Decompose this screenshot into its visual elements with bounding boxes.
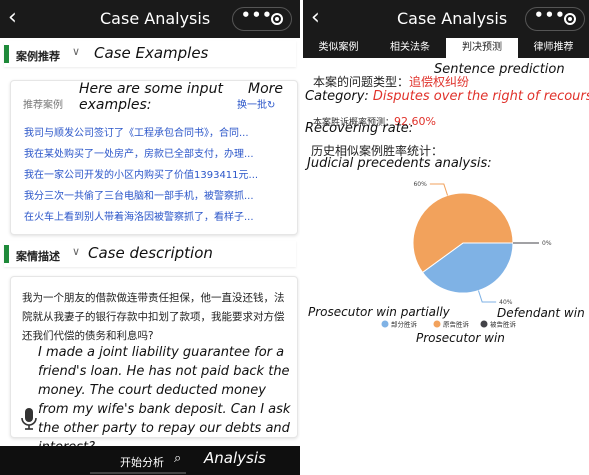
target-icon[interactable]	[271, 13, 283, 25]
examples-card: 推荐案例 Here are some input examples: More …	[10, 80, 298, 235]
pie-value-label-2: 0%	[542, 240, 552, 247]
example-item[interactable]: 我司与顺发公司签订了《工程承包合同书》，合同...	[24, 124, 292, 139]
stats-title-en: Judicial precedents analysis:	[307, 156, 492, 171]
examples-section-header: 案例推荐 ∨ Case Examples	[4, 41, 296, 67]
category-row-en: Category: Disputes over the right of rec…	[305, 89, 589, 104]
pie-label-win-en: Prosecutor win	[416, 331, 505, 345]
page-title: Case Analysis	[100, 9, 211, 28]
description-card[interactable]: 我为一个朋友的借款做连带责任担保，他一直没还钱，法院就从我妻子的银行存款中扣划了…	[10, 276, 298, 455]
back-icon[interactable]: ‹	[8, 5, 17, 31]
legend-swatch-1	[433, 320, 441, 328]
example-item[interactable]: 我在一家公司开发的小区内购买了价值1393411元...	[24, 166, 292, 181]
search-icon: ⌕	[174, 451, 182, 466]
page-title: Case Analysis	[397, 9, 508, 28]
left-screen: ‹ Case Analysis ••• 案例推荐 ∨ Case Examples…	[0, 0, 300, 475]
examples-header-cn: 案例推荐	[16, 50, 60, 63]
start-analysis-button[interactable]: 开始分析 ⌕	[90, 450, 186, 474]
pie-value-label-1: 60%	[413, 181, 427, 188]
legend-label-0[interactable]: 部分胜诉	[391, 320, 418, 329]
left-navbar: ‹ Case Analysis •••	[0, 0, 300, 38]
category-row-cn: 本案的问题类型：追偿权纠纷	[313, 73, 469, 90]
analysis-label-en: Analysis	[204, 449, 266, 467]
examples-label-cn: 推荐案例	[23, 100, 63, 111]
case-description-en: I made a joint liability guarantee for a…	[38, 345, 291, 455]
tab-related-laws[interactable]: 相关法条	[374, 38, 446, 58]
pie-leader-line-0	[477, 290, 497, 303]
analyze-bar: 开始分析 ⌕ Analysis	[0, 446, 300, 475]
tab-similar-cases[interactable]: 类似案例	[303, 38, 374, 58]
section-accent-bar	[4, 245, 9, 263]
pie-label-defendant-en: Defendant win	[497, 306, 585, 320]
rate-label-en: Recovering rate:	[305, 121, 414, 136]
legend-label-2[interactable]: 被告胜诉	[490, 320, 517, 329]
legend-label-1[interactable]: 原告胜诉	[443, 320, 470, 329]
category-label-en: Category:	[305, 89, 369, 104]
more-label-en: More	[248, 81, 284, 97]
more-button[interactable]: 换一批↻	[237, 96, 275, 111]
example-item[interactable]: 我分三次一共偷了三台电脑和一部手机，被警察抓...	[24, 187, 292, 202]
target-icon[interactable]	[564, 13, 576, 25]
description-header-en: Case description	[88, 244, 213, 262]
refresh-icon: ↻	[267, 100, 276, 111]
miniapp-capsule: •••	[232, 6, 292, 31]
win-rate-pie-chart: 40% 60% 0% 部分胜诉 原告胜诉 被告胜诉	[381, 181, 552, 329]
examples-label-en: Here are some input examples:	[79, 81, 223, 113]
description-section-header: 案情描述 ∨ Case description	[4, 241, 296, 267]
chevron-down-icon[interactable]: ∨	[72, 245, 80, 258]
tab-lawyer-recommendation[interactable]: 律师推荐	[518, 38, 589, 58]
pie-label-partial-en: Prosecutor win partially	[308, 305, 450, 319]
more-dots-icon[interactable]: •••	[534, 6, 566, 24]
tab-bar: 类似案例 相关法条 判决预测 律师推荐	[303, 38, 589, 58]
back-icon[interactable]: ‹	[311, 5, 320, 31]
legend-swatch-0	[381, 320, 389, 328]
start-analysis-label: 开始分析	[120, 456, 164, 469]
microphone-icon[interactable]	[20, 407, 38, 431]
category-label: 本案的问题类型：	[313, 75, 410, 89]
description-header-cn: 案情描述	[16, 250, 60, 263]
pie-value-label-0: 40%	[499, 299, 513, 306]
pie-leader-line-1	[429, 183, 449, 196]
chevron-down-icon[interactable]: ∨	[72, 45, 80, 58]
case-description-text[interactable]: 我为一个朋友的借款做连带责任担保，他一直没还钱，法院就从我妻子的银行存款中扣划了…	[22, 289, 286, 346]
right-screen: ‹ Case Analysis ••• 类似案例 相关法条 判决预测 律师推荐 …	[303, 0, 589, 475]
legend-swatch-2	[480, 320, 488, 328]
section-accent-bar	[4, 45, 9, 63]
category-value: 追偿权纠纷	[409, 75, 470, 89]
category-value-en: Disputes over the right of recourse	[372, 89, 589, 104]
examples-header-en: Case Examples	[94, 44, 209, 62]
example-item[interactable]: 在火车上看到别人带着海洛因被警察抓了，看样子...	[24, 208, 292, 223]
right-navbar: ‹ Case Analysis •••	[303, 0, 589, 38]
miniapp-capsule: •••	[525, 6, 585, 31]
more-dots-icon[interactable]: •••	[241, 6, 273, 24]
more-button-label: 换一批	[237, 100, 267, 111]
tab-judgment-prediction[interactable]: 判决预测	[446, 38, 518, 58]
example-item[interactable]: 我在某处购买了一处房产，房款已全部支付，办理...	[24, 145, 292, 160]
